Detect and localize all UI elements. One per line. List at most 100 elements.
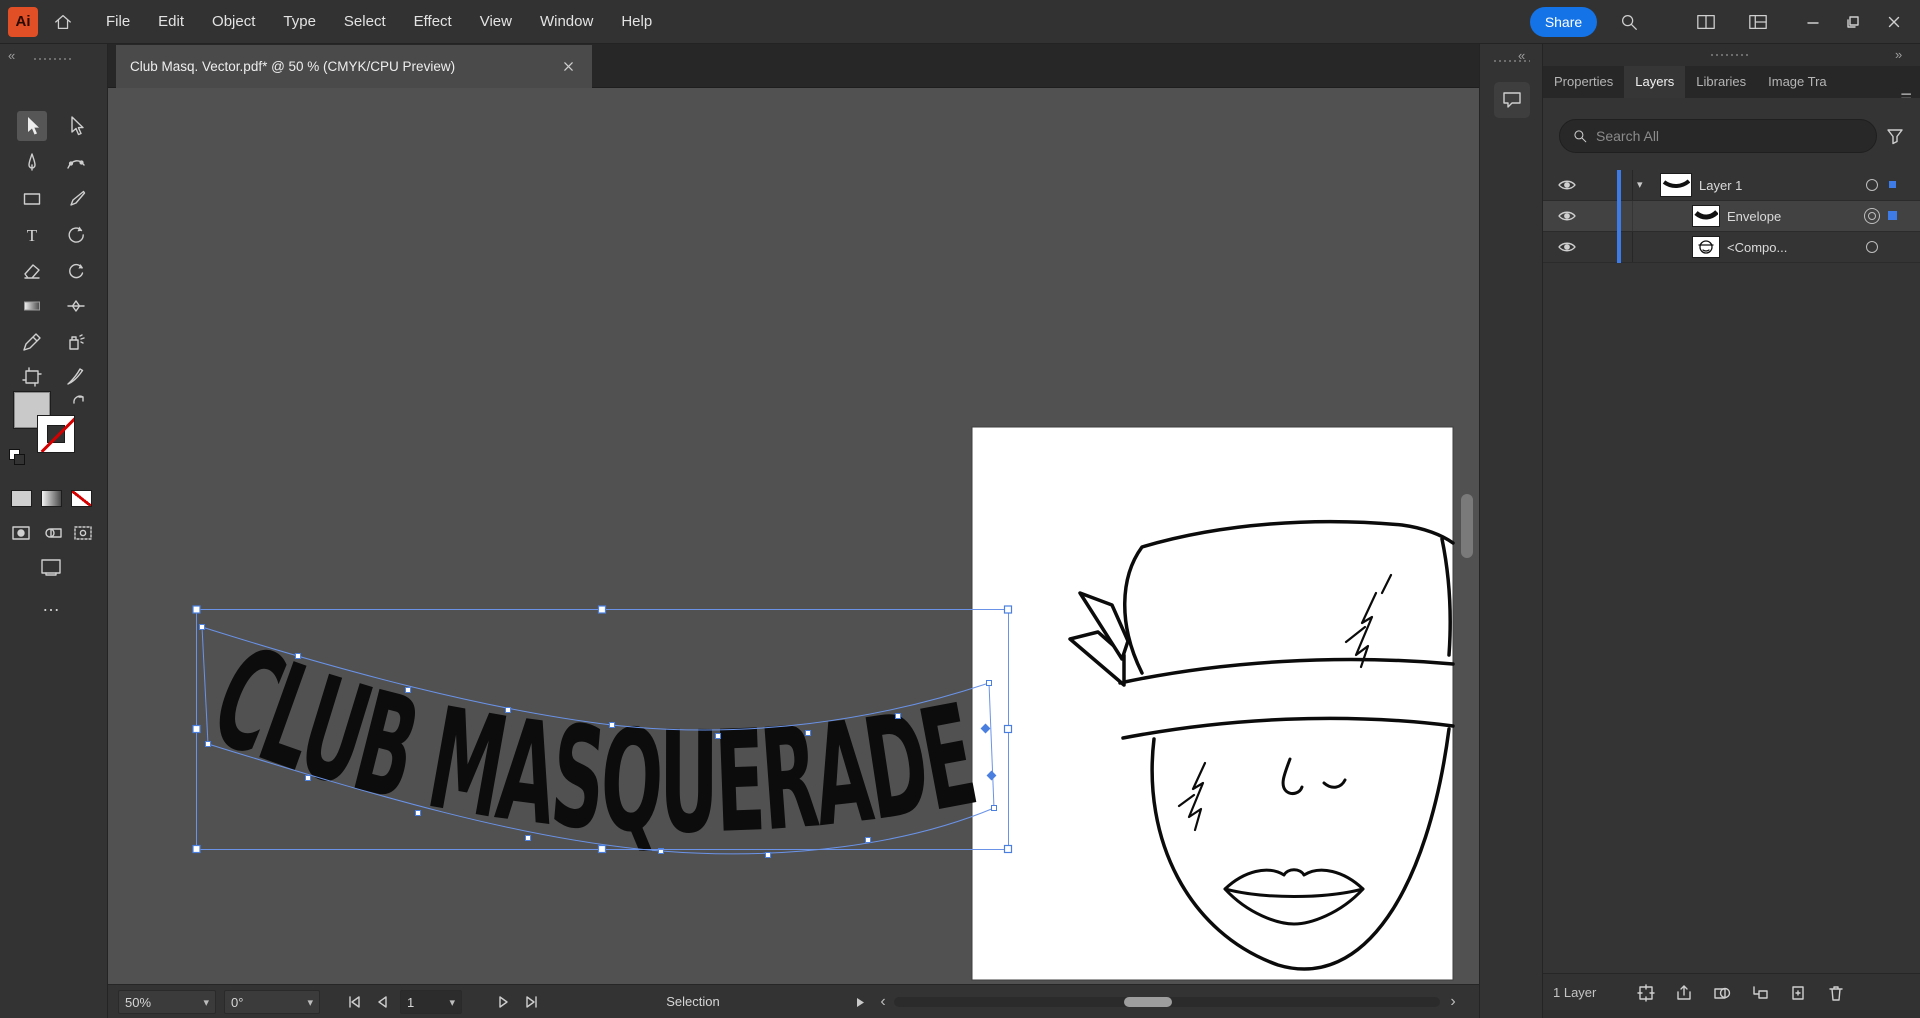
menu-item-view[interactable]: View	[466, 0, 526, 44]
rectangle-tool[interactable]	[17, 184, 47, 214]
artboard-number-select[interactable]: 1 ▾	[400, 990, 462, 1014]
slice-tool[interactable]	[61, 362, 91, 392]
previous-artboard-button[interactable]	[370, 990, 394, 1014]
menu-item-edit[interactable]: Edit	[144, 0, 198, 44]
create-new-sublayer-button[interactable]	[1749, 982, 1771, 1004]
direct-selection-tool[interactable]	[61, 111, 91, 141]
menu-item-object[interactable]: Object	[198, 0, 269, 44]
selection-indicator[interactable]	[1889, 181, 1896, 188]
warped-text[interactable]: CLUB MASQUERADE	[192, 616, 990, 865]
curvature-tool[interactable]	[61, 148, 91, 178]
draw-normal-mode-button[interactable]	[8, 522, 34, 544]
width-tool[interactable]	[61, 291, 91, 321]
layer-thumbnail[interactable]	[1693, 206, 1719, 226]
close-button[interactable]	[1871, 0, 1917, 44]
make-clipping-mask-button[interactable]	[1711, 982, 1733, 1004]
layer-name[interactable]: Envelope	[1727, 201, 1781, 232]
menu-item-file[interactable]: File	[92, 0, 144, 44]
rotate-view-tool[interactable]	[61, 256, 91, 286]
zoom-level-select[interactable]: 50% ▾	[118, 990, 216, 1014]
paintbrush-tool[interactable]	[61, 184, 91, 214]
layer-name[interactable]: <Compo...	[1727, 232, 1787, 263]
share-button[interactable]: Share	[1530, 7, 1597, 37]
canvas-area[interactable]: CLUB MASQUERADE	[108, 88, 1479, 984]
next-artboard-button[interactable]	[492, 990, 516, 1014]
layers-filter-button[interactable]	[1883, 124, 1907, 148]
screen-mode-button[interactable]	[36, 554, 66, 580]
artboard[interactable]	[971, 426, 1454, 981]
target-circle[interactable]	[1866, 241, 1878, 253]
rotate-tool[interactable]	[61, 220, 91, 250]
first-artboard-button[interactable]	[342, 990, 366, 1014]
expand-chevron-icon[interactable]: ▾	[1637, 170, 1643, 201]
layer-row-layer1[interactable]: ▾ Layer 1	[1543, 170, 1920, 201]
menu-item-select[interactable]: Select	[330, 0, 400, 44]
layer-thumbnail[interactable]	[1693, 237, 1719, 257]
gradient-tool[interactable]	[17, 291, 47, 321]
visibility-toggle[interactable]	[1555, 238, 1579, 256]
create-new-layer-button[interactable]	[1787, 982, 1809, 1004]
toolbar-drag-handle[interactable]	[34, 58, 74, 60]
first-icon	[349, 996, 360, 1008]
tab-properties[interactable]: Properties	[1543, 66, 1624, 98]
eraser-tool[interactable]	[17, 256, 47, 286]
vertical-scrollbar-thumb[interactable]	[1461, 494, 1473, 558]
document-tab[interactable]: Club Masq. Vector.pdf* @ 50 % (CMYK/CPU …	[116, 45, 592, 88]
locate-object-button[interactable]	[1635, 982, 1657, 1004]
visibility-toggle[interactable]	[1555, 176, 1579, 194]
target-circle-targeted[interactable]	[1864, 208, 1880, 224]
collect-for-export-button[interactable]	[1673, 982, 1695, 1004]
tab-layers[interactable]: Layers	[1624, 66, 1686, 98]
type-tool[interactable]: T	[17, 220, 47, 250]
menu-item-window[interactable]: Window	[526, 0, 607, 44]
swap-fill-stroke-button[interactable]	[70, 392, 88, 410]
comments-panel-button[interactable]	[1494, 82, 1530, 118]
edit-toolbar-button[interactable]: …	[32, 592, 70, 618]
paintbrush-tool-icon	[70, 190, 86, 206]
app-search-button[interactable]	[1613, 6, 1645, 38]
illustrator-logo[interactable]: Ai	[8, 6, 38, 37]
collapse-panels-button[interactable]: »	[1895, 47, 1902, 62]
symbol-sprayer-tool[interactable]	[61, 327, 91, 357]
draw-behind-mode-button[interactable]	[40, 522, 66, 544]
tab-close-button[interactable]	[558, 57, 578, 77]
menu-item-help[interactable]: Help	[607, 0, 666, 44]
pen-tool[interactable]	[17, 148, 47, 178]
panel-drag-handle[interactable]	[1711, 54, 1751, 56]
restore-button[interactable]	[1830, 0, 1876, 44]
draw-inside-mode-button[interactable]	[70, 522, 96, 544]
visibility-toggle[interactable]	[1555, 207, 1579, 225]
none-button[interactable]	[72, 491, 91, 506]
color-button[interactable]	[12, 491, 31, 506]
selection-tool[interactable]	[17, 111, 47, 141]
arrange-documents-button[interactable]	[1690, 6, 1722, 38]
target-circle[interactable]	[1866, 179, 1878, 191]
delete-selection-button[interactable]	[1825, 982, 1847, 1004]
dock-drag-handle[interactable]	[1494, 60, 1530, 62]
selection-indicator[interactable]	[1888, 211, 1897, 220]
stroke-color-swatch[interactable]	[38, 416, 74, 452]
status-expand-button[interactable]	[848, 990, 872, 1014]
menu-item-effect[interactable]: Effect	[400, 0, 466, 44]
svg-text:T: T	[27, 226, 38, 245]
layers-search-input[interactable]: Search All	[1559, 119, 1877, 153]
workspace-switcher-button[interactable]	[1742, 6, 1774, 38]
last-artboard-button[interactable]	[520, 990, 544, 1014]
artboard-tool[interactable]	[17, 362, 47, 392]
scroll-right-button[interactable]: ›	[1444, 990, 1462, 1014]
horizontal-scrollbar-thumb[interactable]	[1124, 997, 1172, 1007]
home-button[interactable]	[46, 5, 80, 39]
menu-item-type[interactable]: Type	[269, 0, 330, 44]
rotation-select[interactable]: 0° ▾	[224, 990, 320, 1014]
layer-name[interactable]: Layer 1	[1699, 170, 1742, 201]
artwork-text[interactable]: CLUB MASQUERADE	[192, 616, 990, 865]
layer-thumbnail[interactable]	[1661, 174, 1691, 196]
scroll-left-button[interactable]: ‹	[874, 990, 892, 1014]
collapse-toolbar-button[interactable]: «	[8, 48, 15, 63]
layer-row-envelope[interactable]: Envelope	[1543, 201, 1920, 232]
eyedropper-tool[interactable]	[17, 327, 47, 357]
tab-image-trace[interactable]: Image Tra	[1757, 66, 1838, 98]
tab-libraries[interactable]: Libraries	[1685, 66, 1757, 98]
gradient-button[interactable]	[42, 491, 61, 506]
layer-row-compound[interactable]: <Compo...	[1543, 232, 1920, 263]
